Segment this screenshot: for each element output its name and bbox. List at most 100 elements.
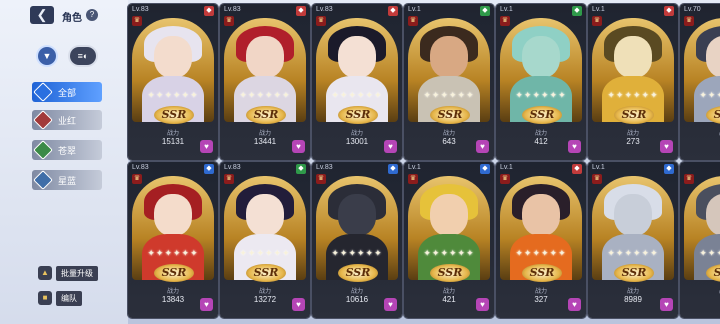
faction-emblem-icon: ♛ [316, 16, 326, 26]
help-button[interactable]: ? [86, 9, 98, 21]
sort-toggle-icon: ≡◐ [77, 51, 89, 61]
character-card[interactable]: Lv.83 ◆ ♛ ✦✦✦✦✦✦ SSR 战力 13272 ♥ [220, 162, 310, 318]
level-text: Lv.83 [224, 164, 241, 171]
element-icon: ◆ [296, 6, 306, 16]
star-rating-icon: ✦✦✦✦✦✦ [699, 248, 720, 258]
faction-emblem-icon: ♛ [592, 16, 602, 26]
character-card[interactable]: Lv.83 ◆ ♛ ✦✦✦✦✦✦ SSR 战力 15131 ♥ [128, 4, 218, 160]
level-text: Lv.83 [316, 164, 333, 171]
rarity-badge: SSR [430, 106, 470, 124]
element-icon: ◆ [388, 6, 398, 16]
filter-row: ▼ ≡◐ [38, 47, 96, 65]
character-card[interactable]: Lv.1 ◆ ♛ ✦✦✦✦✦✦ SSR 战力 421 ♥ [404, 162, 494, 318]
category-tab-3[interactable]: 星蓝 [32, 170, 102, 190]
top-bar: ❮ 角色 ? [0, 0, 128, 30]
faction-emblem-icon: ♛ [132, 16, 142, 26]
element-icon: ◆ [388, 164, 398, 174]
batch-upgrade-button[interactable]: ▲ 批量升级 [38, 265, 98, 281]
batch-upgrade-label: 批量升级 [56, 265, 98, 281]
element-icon: ◆ [480, 164, 490, 174]
funnel-icon: ▼ [42, 51, 52, 61]
heart-icon: ♥ [384, 298, 397, 311]
sort-toggle-button[interactable]: ≡◐ [70, 47, 96, 65]
heart-icon: ♥ [200, 140, 213, 153]
filter-button[interactable]: ▼ [38, 47, 56, 65]
back-button[interactable]: ❮ [30, 6, 54, 24]
category-tab-1[interactable]: 业红 [32, 110, 102, 130]
level-text: Lv.83 [224, 6, 241, 13]
faction-emblem-icon: ♛ [224, 16, 234, 26]
element-diamond-icon [33, 140, 53, 160]
level-text: Lv.1 [500, 6, 513, 13]
heart-icon: ♥ [476, 140, 489, 153]
power-label: 战力 [442, 131, 455, 137]
rarity-badge: SSR [614, 264, 654, 282]
star-rating-icon: ✦✦✦✦✦✦ [239, 90, 291, 100]
power-label: 战力 [534, 131, 547, 137]
character-card[interactable]: Lv.1 ◆ ♛ ✦✦✦✦✦✦ SSR 战力 273 ♥ [588, 4, 678, 160]
heart-icon: ♥ [384, 140, 397, 153]
element-icon: ◆ [204, 164, 214, 174]
power-label: 战力 [258, 289, 271, 295]
level-text: Lv.83 [132, 164, 149, 171]
category-tab-0[interactable]: 全部 [32, 82, 102, 102]
power-label: 战力 [350, 289, 363, 295]
heart-icon: ♥ [660, 298, 673, 311]
power-label: 战力 [166, 131, 179, 137]
heart-icon: ♥ [568, 140, 581, 153]
character-card[interactable]: Lv.83 ◆ ♛ ✦✦✦✦✦✦ SSR 战力 13441 ♥ [220, 4, 310, 160]
character-card[interactable]: Lv.1 ◆ ♛ ✦✦✦✦✦✦ SSR 战力 327 ♥ [496, 162, 586, 318]
element-icon: ◆ [664, 6, 674, 16]
category-tab-2[interactable]: 苍翠 [32, 140, 102, 160]
team-button[interactable]: ■ 编队 [38, 290, 82, 306]
character-card[interactable]: Lv.1 ◆ ♛ ✦✦✦✦✦✦ SSR 战力 643 ♥ [404, 4, 494, 160]
faction-emblem-icon: ♛ [592, 174, 602, 184]
heart-icon: ♥ [476, 298, 489, 311]
rarity-badge: SSR [522, 106, 562, 124]
heart-icon: ♥ [200, 298, 213, 311]
element-icon: ◆ [664, 164, 674, 174]
rarity-badge: SSR [430, 264, 470, 282]
character-grid: Lv.83 ◆ ♛ ✦✦✦✦✦✦ SSR 战力 15131 ♥ Lv.83 ◆ … [124, 2, 720, 322]
star-rating-icon: ✦✦✦✦✦✦ [331, 248, 383, 258]
level-text: Lv.83 [132, 6, 149, 13]
power-label: 战力 [166, 289, 179, 295]
character-card[interactable]: Lv.70 ◆ ♛ ✦✦✦✦✦✦ SSR 战力 ♥ [680, 4, 720, 160]
power-label: 战力 [626, 289, 639, 295]
level-text: Lv.1 [500, 164, 513, 171]
character-card[interactable]: Lv.83 ◆ ♛ ✦✦✦✦✦✦ SSR 战力 13843 ♥ [128, 162, 218, 318]
power-label: 战力 [680, 286, 720, 295]
character-card[interactable]: Lv.83 ◆ ♛ ✦✦✦✦✦✦ SSR 战力 10616 ♥ [312, 162, 402, 318]
star-rating-icon: ✦✦✦✦✦✦ [423, 90, 475, 100]
heart-icon: ♥ [568, 298, 581, 311]
power-label: 战力 [626, 131, 639, 137]
heart-icon: ♥ [660, 140, 673, 153]
character-card[interactable]: Lv.1 ◆ ♛ ✦✦✦✦✦✦ SSR 战力 8989 ♥ [588, 162, 678, 318]
sidebar: ❮ 角色 ? ▼ ≡◐ 全部业红苍翠星蓝 ▲ 批量升级 ■ 编队 [0, 0, 128, 324]
character-card[interactable]: Lv.1 ◆ ♛ ✦✦✦✦✦✦ SSR 战力 412 ♥ [496, 4, 586, 160]
faction-emblem-icon: ♛ [684, 16, 694, 26]
element-diamond-icon [33, 110, 53, 130]
level-text: Lv.70 [684, 6, 701, 13]
level-text: Lv.83 [316, 6, 333, 13]
star-rating-icon: ✦✦✦✦✦✦ [699, 90, 720, 100]
power-label: 战力 [258, 131, 271, 137]
element-icon: ◆ [572, 164, 582, 174]
team-icon: ■ [38, 291, 52, 305]
star-rating-icon: ✦✦✦✦✦✦ [423, 248, 475, 258]
character-card[interactable]: ◆ ♛ ✦✦✦✦✦✦ SSR 战力 ♥ [680, 162, 720, 318]
faction-emblem-icon: ♛ [316, 174, 326, 184]
team-label: 编队 [56, 290, 82, 306]
faction-emblem-icon: ♛ [408, 174, 418, 184]
heart-icon: ♥ [292, 140, 305, 153]
page-title: 角色 [62, 13, 82, 24]
character-roster-screen: ❮ 角色 ? ▼ ≡◐ 全部业红苍翠星蓝 ▲ 批量升级 ■ 编队 Lv.83 ◆… [0, 0, 720, 324]
star-rating-icon: ✦✦✦✦✦✦ [239, 248, 291, 258]
faction-emblem-icon: ♛ [132, 174, 142, 184]
character-card[interactable]: Lv.83 ◆ ♛ ✦✦✦✦✦✦ SSR 战力 13001 ♥ [312, 4, 402, 160]
faction-emblem-icon: ♛ [500, 174, 510, 184]
level-text: Lv.1 [592, 164, 605, 171]
element-icon: ◆ [296, 164, 306, 174]
level-text: Lv.1 [408, 164, 421, 171]
power-label: 战力 [680, 128, 720, 137]
